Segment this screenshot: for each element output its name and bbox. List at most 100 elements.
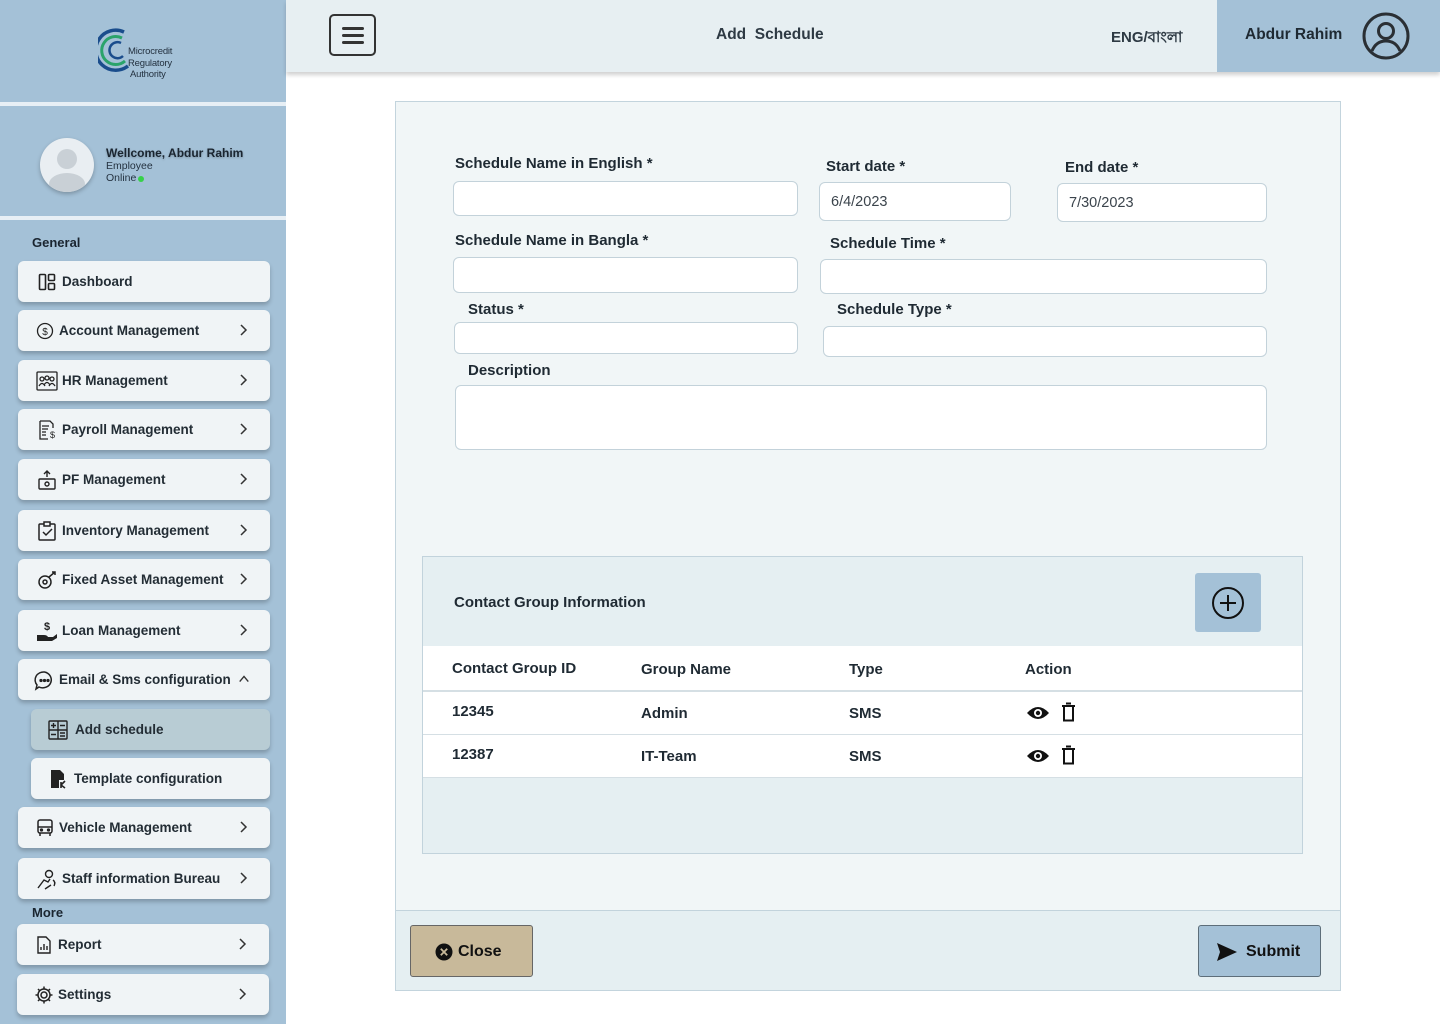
sidebar-item-label: Staff information Bureau: [62, 871, 221, 886]
schedule-name-bn-input[interactable]: [453, 257, 798, 293]
user-circle-icon: [1362, 12, 1410, 60]
cell-group-id: 12387: [452, 746, 494, 763]
column-header-type: Type: [849, 661, 883, 678]
sidebar-item-email-sms-configuration[interactable]: Email & Sms configuration: [18, 659, 270, 700]
cell-group-name: Admin: [641, 705, 688, 722]
sidebar-item-label: Report: [58, 937, 102, 952]
submit-button[interactable]: Submit: [1198, 925, 1321, 977]
sidebar-item-label: Vehicle Management: [59, 820, 192, 835]
sidebar-item-add-schedule[interactable]: Add schedule: [31, 709, 270, 750]
avatar: [40, 138, 94, 192]
template-file-icon: [47, 768, 69, 790]
close-button[interactable]: Close: [410, 925, 533, 977]
online-dot-icon: [138, 176, 144, 182]
schedule-time-label: Schedule Time *: [830, 235, 946, 252]
schedule-name-en-label: Schedule Name in English *: [455, 155, 653, 172]
logo-area: Microcredit Regulatory Authority: [0, 0, 286, 106]
status-input[interactable]: [454, 322, 798, 354]
report-icon: [33, 934, 55, 956]
sidebar-item-label: Add schedule: [75, 722, 164, 737]
sidebar-item-payroll-management[interactable]: $ Payroll Management: [18, 409, 270, 450]
staff-icon: [36, 868, 58, 890]
description-label: Description: [468, 362, 551, 379]
chevron-right-icon: [240, 374, 248, 386]
sidebar-item-report[interactable]: Report: [17, 924, 269, 965]
description-textarea[interactable]: [455, 385, 1267, 450]
user-menu[interactable]: Abdur Rahim: [1217, 0, 1440, 72]
schedule-name-en-input[interactable]: [453, 181, 798, 216]
logo-line-1: Microcredit: [128, 46, 173, 57]
chat-icon: [33, 669, 55, 691]
hamburger-menu-button[interactable]: [329, 14, 376, 56]
table-row: 12345 Admin SMS: [423, 692, 1302, 735]
user-role: Employee: [106, 160, 153, 172]
end-date-label: End date *: [1065, 159, 1139, 176]
section-general: General: [32, 235, 81, 250]
trash-icon[interactable]: [1061, 745, 1076, 765]
logo-line-2: Regulatory: [128, 57, 172, 69]
start-date-input[interactable]: [819, 182, 1011, 221]
table-header: Contact Group ID Group Name Type Action: [423, 646, 1302, 692]
close-label: Close: [458, 943, 502, 960]
schedule-type-label: Schedule Type *: [837, 301, 952, 318]
payroll-icon: $: [36, 419, 58, 441]
sidebar-item-label: Email & Sms configuration: [59, 672, 231, 687]
column-header-group-name: Group Name: [641, 661, 732, 678]
contact-group-panel: Contact Group Information Contact Group …: [422, 556, 1303, 854]
schedule-form-card: Schedule Name in English * Start date * …: [395, 101, 1341, 991]
loan-hand-icon: $: [36, 620, 58, 642]
sidebar-item-label: Account Management: [59, 323, 200, 338]
sidebar-item-label: Loan Management: [62, 623, 181, 638]
dashboard-icon: [36, 271, 58, 293]
sidebar-item-vehicle-management[interactable]: Vehicle Management: [18, 807, 270, 848]
sidebar-item-label: PF Management: [62, 472, 166, 487]
chevron-right-icon: [240, 624, 248, 636]
eye-icon[interactable]: [1026, 704, 1050, 722]
chevron-right-icon: [240, 872, 248, 884]
sidebar-item-loan-management[interactable]: $ Loan Management: [18, 610, 270, 651]
sidebar-item-dashboard[interactable]: Dashboard: [18, 261, 270, 302]
schedule-icon: [47, 719, 69, 741]
user-name: Abdur Rahim: [1245, 26, 1343, 43]
schedule-type-input[interactable]: [823, 326, 1267, 357]
chevron-right-icon: [240, 524, 248, 536]
column-header-action: Action: [1025, 661, 1072, 678]
add-contact-group-button[interactable]: [1195, 573, 1261, 632]
trash-icon[interactable]: [1061, 702, 1076, 722]
close-circle-icon: [435, 943, 453, 961]
eye-icon[interactable]: [1026, 747, 1050, 765]
top-bar: Add Schedule ENG/বাংলা Abdur Rahim: [286, 0, 1440, 72]
language-toggle[interactable]: ENG/বাংলা: [1111, 26, 1182, 51]
chevron-right-icon: [240, 324, 248, 336]
chevron-right-icon: [239, 988, 247, 1000]
status-label: Status *: [468, 301, 524, 318]
logo-line-3: Authority: [130, 69, 166, 80]
asset-icon: [36, 569, 58, 591]
start-date-label: Start date *: [826, 158, 906, 175]
sidebar-item-settings[interactable]: Settings: [17, 974, 269, 1015]
sidebar-item-label: Template configuration: [74, 771, 223, 786]
schedule-time-input[interactable]: [820, 259, 1267, 294]
sidebar-item-fixed-asset-management[interactable]: Fixed Asset Management: [18, 559, 270, 600]
sidebar-item-template-configuration[interactable]: Template configuration: [31, 758, 270, 799]
chevron-right-icon: [240, 423, 248, 435]
schedule-name-bn-label: Schedule Name in Bangla *: [455, 232, 649, 249]
sidebar-item-pf-management[interactable]: PF Management: [18, 459, 270, 500]
section-more: More: [32, 905, 64, 920]
dollar-circle-icon: $: [34, 320, 56, 342]
sidebar-item-inventory-management[interactable]: Inventory Management: [18, 510, 270, 551]
svg-text:$: $: [50, 430, 55, 440]
sidebar-item-account-management[interactable]: $ Account Management: [18, 310, 270, 351]
cell-type: SMS: [849, 705, 882, 722]
contact-group-title: Contact Group Information: [454, 594, 646, 611]
table-row: 12387 IT-Team SMS: [423, 735, 1302, 778]
page-title: Add Schedule: [716, 26, 824, 43]
sidebar-item-hr-management[interactable]: HR Management: [18, 360, 270, 401]
welcome-text: Wellcome, Abdur Rahim: [106, 146, 244, 160]
chevron-right-icon: [240, 473, 248, 485]
gear-icon: [33, 984, 55, 1006]
end-date-input[interactable]: [1057, 183, 1267, 222]
cell-group-id: 12345: [452, 703, 494, 720]
sidebar-item-staff-information-bureau[interactable]: Staff information Bureau: [18, 858, 270, 899]
pf-icon: [36, 469, 58, 491]
